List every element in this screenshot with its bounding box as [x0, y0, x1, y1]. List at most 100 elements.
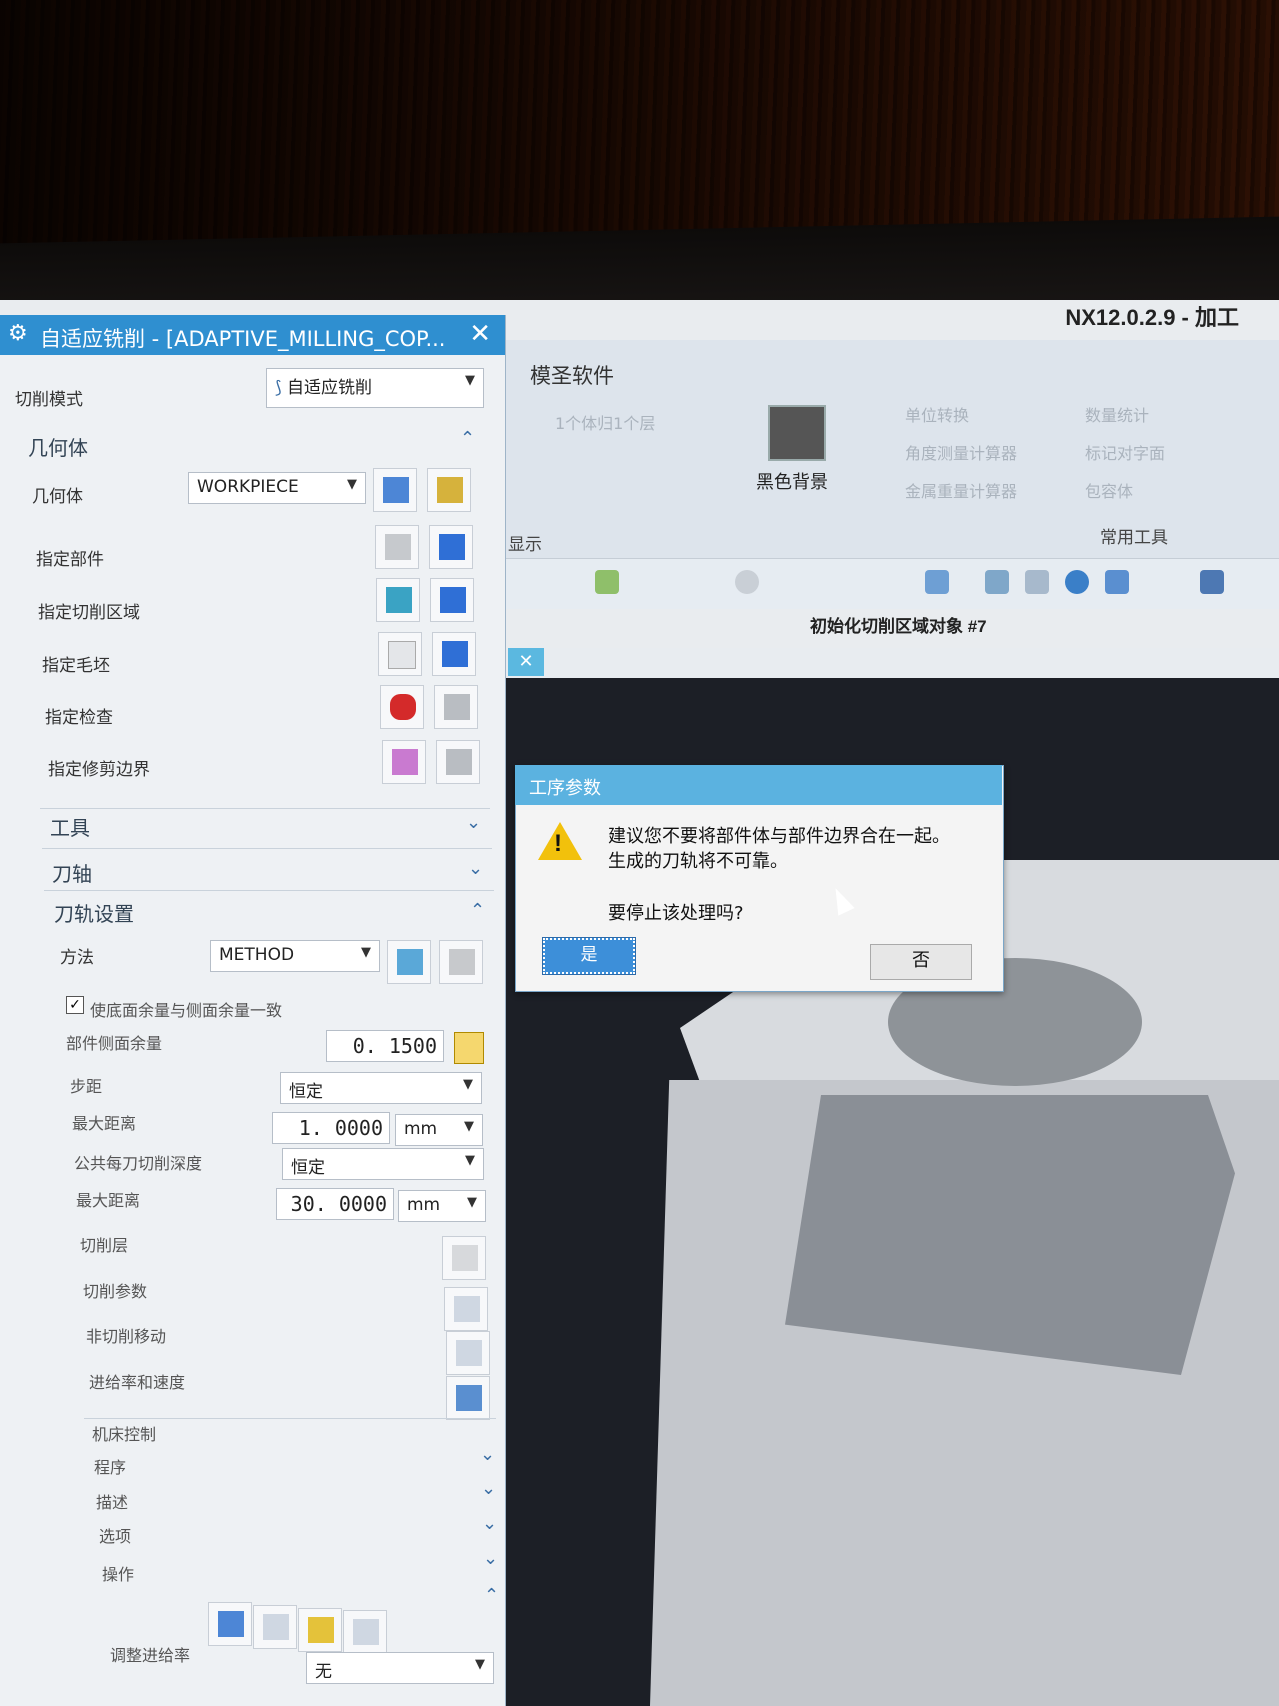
warning-line-2: 生成的刀轨将不可靠。 — [608, 851, 788, 872]
snap-icon[interactable] — [595, 570, 619, 594]
cut-mode-label: 切削模式 — [15, 390, 83, 410]
close-tab-icon[interactable]: ✕ — [508, 648, 544, 676]
wrench-icon — [437, 477, 463, 503]
ribbon-mark-face[interactable]: 标记对字面 — [1085, 440, 1165, 464]
list-button[interactable] — [343, 1610, 387, 1654]
ribbon-count[interactable]: 数量统计 — [1085, 402, 1149, 426]
section-tool[interactable]: 工具 — [50, 812, 90, 841]
circle-icon[interactable] — [735, 570, 759, 594]
specify-cut-area-button[interactable] — [376, 578, 420, 622]
section-path-settings[interactable]: 刀轨设置 — [54, 898, 134, 927]
layout-icon[interactable] — [1200, 570, 1224, 594]
lock-icon[interactable] — [454, 1032, 484, 1064]
section-description[interactable]: 描述 — [96, 1489, 128, 1513]
chevron-up-icon[interactable]: ⌃ — [470, 900, 485, 921]
display-icon[interactable] — [1025, 570, 1049, 594]
specify-blank-button[interactable] — [378, 632, 422, 676]
non-cut-moves-button[interactable] — [446, 1331, 490, 1375]
ribbon-bounding-body[interactable]: 包容体 — [1085, 478, 1133, 502]
show-trim-button[interactable] — [436, 740, 480, 784]
method-label: 方法 — [60, 948, 94, 968]
method-select[interactable]: METHOD ▼ — [210, 940, 380, 972]
chevron-down-icon[interactable]: ⌄ — [483, 1548, 498, 1569]
section-tool-axis[interactable]: 刀轴 — [52, 858, 92, 887]
method-edit-button[interactable] — [439, 940, 483, 984]
method-value: METHOD — [219, 945, 295, 965]
max-distance2-field[interactable]: 30. 0000 — [276, 1188, 394, 1220]
flashlight-icon — [446, 749, 472, 775]
depth-select[interactable]: 恒定 ▼ — [282, 1148, 484, 1180]
cut-params-icon — [454, 1296, 480, 1322]
unit-select[interactable]: mm ▼ — [395, 1114, 483, 1146]
verify-button[interactable] — [298, 1608, 342, 1652]
view-icon[interactable] — [985, 570, 1009, 594]
feeds-speeds-button[interactable] — [446, 1376, 490, 1420]
adjust-feed-label: 调整进给率 — [110, 1646, 191, 1665]
chevron-down-icon[interactable]: ⌄ — [482, 1513, 497, 1534]
show-cut-area-button[interactable] — [430, 578, 474, 622]
stepover-select[interactable]: 恒定 ▼ — [280, 1072, 482, 1104]
ribbon-unit-convert[interactable]: 单位转换 — [905, 402, 969, 426]
chevron-down-icon[interactable]: ⌄ — [466, 812, 481, 833]
part-side-stock-label: 部件侧面余量 — [66, 1034, 163, 1053]
close-icon[interactable]: ✕ — [469, 319, 491, 349]
trim-boundary-icon — [392, 749, 418, 775]
chevron-up-icon[interactable]: ⌃ — [484, 1585, 499, 1606]
unit2-select[interactable]: mm ▼ — [398, 1190, 486, 1222]
dialog-title: 自适应铣削 - [ADAPTIVE_MILLING_COP... — [40, 327, 446, 351]
floor-side-checkbox[interactable]: ✓ — [66, 996, 84, 1014]
geometry-select[interactable]: WORKPIECE ▼ — [188, 472, 366, 504]
specify-trim-button[interactable] — [382, 740, 426, 784]
geometry-edit-button[interactable] — [427, 468, 471, 512]
show-part-button[interactable] — [429, 525, 473, 569]
warning-title: 工序参数 — [529, 778, 601, 799]
section-options[interactable]: 选项 — [99, 1523, 131, 1547]
tab-bar — [505, 648, 1279, 678]
warning-line-3: 要停止该处理吗? — [608, 903, 744, 924]
warning-line-1: 建议您不要将部件体与部件边界合在一起。 — [608, 826, 950, 847]
black-background-label: 黑色背景 — [756, 472, 828, 493]
chevron-down-icon[interactable]: ⌄ — [468, 858, 483, 879]
no-button[interactable]: 否 — [870, 944, 972, 980]
rotate-icon[interactable] — [1065, 570, 1089, 594]
specify-blank-label: 指定毛坯 — [42, 656, 110, 676]
chevron-up-icon[interactable]: ⌃ — [460, 428, 475, 449]
blank-icon — [388, 641, 416, 669]
section-actions[interactable]: 操作 — [102, 1561, 134, 1585]
list-icon — [353, 1619, 379, 1645]
specify-cut-area-label: 指定切削区域 — [38, 603, 140, 623]
cut-levels-button[interactable] — [442, 1236, 486, 1280]
part-side-stock-field[interactable]: 0. 1500 — [326, 1030, 444, 1062]
generate-icon — [218, 1611, 244, 1637]
section-machine-control[interactable]: 机床控制 — [92, 1421, 156, 1445]
max-distance-label: 最大距离 — [72, 1114, 137, 1133]
brush-icon[interactable] — [1105, 570, 1129, 594]
show-blank-button[interactable] — [432, 632, 476, 676]
section-geometry[interactable]: 几何体 — [28, 432, 88, 461]
chevron-down-icon: ▼ — [464, 1119, 474, 1134]
cut-levels-icon — [452, 1245, 478, 1271]
ribbon-weight-calc[interactable]: 金属重量计算器 — [905, 478, 1017, 502]
cut-mode-select[interactable]: ⟆ 自适应铣削 ▼ — [266, 368, 484, 408]
geometry-new-button[interactable] — [373, 468, 417, 512]
replay-button[interactable] — [253, 1605, 297, 1649]
specify-part-button[interactable] — [375, 525, 419, 569]
ribbon-tab-mosheng[interactable]: 模圣软件 — [530, 360, 614, 390]
black-background-button[interactable] — [768, 405, 826, 461]
show-check-button[interactable] — [434, 685, 478, 729]
chevron-down-icon[interactable]: ⌄ — [481, 1478, 496, 1499]
specify-check-button[interactable] — [380, 685, 424, 729]
generate-button[interactable] — [208, 1602, 252, 1646]
cube-icon[interactable] — [925, 570, 949, 594]
part-icon — [385, 534, 411, 560]
part-pocket — [785, 1095, 1235, 1375]
section-program[interactable]: 程序 — [94, 1454, 126, 1478]
yes-button[interactable]: 是 — [542, 937, 636, 975]
ribbon-angle-calc[interactable]: 角度测量计算器 — [905, 440, 1017, 464]
cut-params-button[interactable] — [444, 1287, 488, 1331]
method-new-button[interactable] — [387, 940, 431, 984]
ribbon-faded-item[interactable]: 1个体归1个层 — [555, 410, 655, 434]
max-distance-field[interactable]: 1. 0000 — [272, 1112, 390, 1144]
adjust-feed-select[interactable]: 无 ▼ — [306, 1652, 494, 1684]
chevron-down-icon[interactable]: ⌄ — [480, 1444, 495, 1465]
